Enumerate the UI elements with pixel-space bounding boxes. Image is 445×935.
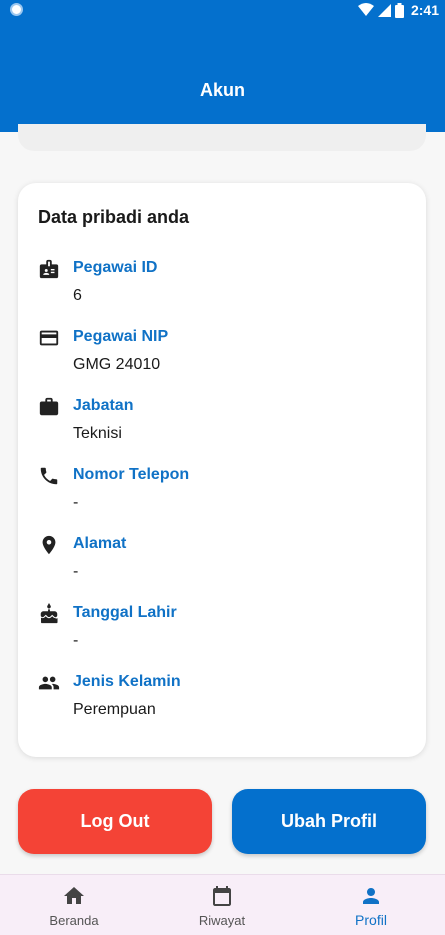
- field-label: Pegawai ID: [73, 259, 158, 276]
- logout-button[interactable]: Log Out: [18, 789, 212, 854]
- profile-card-bottom: [18, 124, 426, 151]
- briefcase-icon: [39, 397, 59, 416]
- credit-card-icon: [39, 330, 59, 346]
- battery-icon: [394, 2, 404, 18]
- location-pin-icon: [42, 535, 56, 555]
- notification-dot-icon: [10, 3, 23, 16]
- status-indicators: 2:41: [357, 0, 439, 20]
- bottom-navigation: Beranda Riwayat Profil: [0, 874, 445, 935]
- field-employee-nip: Pegawai NIP GMG 24010: [38, 324, 408, 384]
- field-birth-date: Tanggal Lahir -: [38, 600, 408, 660]
- field-label: Pegawai NIP: [73, 328, 169, 345]
- status-time: 2:41: [410, 2, 439, 18]
- app-bar: 2:41 Akun: [0, 0, 445, 132]
- wifi-icon: [357, 3, 374, 16]
- field-address: Alamat -: [38, 531, 408, 591]
- people-icon: [38, 676, 60, 690]
- field-label: Nomor Telepon: [73, 466, 190, 483]
- calendar-icon: [213, 886, 231, 906]
- field-label: Jabatan: [73, 397, 134, 414]
- field-label: Alamat: [73, 535, 127, 552]
- page-title: Akun: [200, 80, 245, 100]
- nav-item-profile[interactable]: Profil: [297, 875, 445, 935]
- field-employee-id: Pegawai ID 6: [38, 255, 408, 315]
- field-value: Teknisi: [73, 425, 122, 442]
- field-value: -: [73, 563, 79, 580]
- nav-item-home[interactable]: Beranda: [0, 875, 148, 935]
- field-phone: Nomor Telepon -: [38, 462, 408, 522]
- field-value: GMG 24010: [73, 356, 161, 373]
- field-label: Jenis Kelamin: [73, 673, 181, 690]
- field-position: Jabatan Teknisi: [38, 393, 408, 453]
- card-title: Data pribadi anda: [38, 207, 190, 227]
- nav-item-history[interactable]: Riwayat: [148, 875, 296, 935]
- field-label: Tanggal Lahir: [73, 604, 177, 621]
- field-value: 6: [73, 287, 82, 304]
- cake-icon: [40, 603, 58, 624]
- nav-label: Profil: [355, 912, 387, 928]
- status-bar: 2:41: [0, 0, 445, 24]
- field-value: Perempuan: [73, 701, 156, 718]
- signal-icon: [377, 3, 391, 17]
- phone-icon: [40, 467, 58, 485]
- home-icon: [64, 887, 84, 904]
- field-gender: Jenis Kelamin Perempuan: [38, 669, 408, 729]
- person-icon: [363, 888, 379, 904]
- nav-label: Beranda: [49, 913, 99, 928]
- nav-label: Riwayat: [198, 913, 246, 928]
- badge-icon: [39, 259, 59, 279]
- field-value: -: [73, 632, 79, 649]
- edit-profile-button[interactable]: Ubah Profil: [232, 789, 426, 854]
- personal-data-card: Data pribadi anda Pegawai ID 6 Pegawai N…: [18, 183, 426, 757]
- field-value: -: [73, 494, 79, 511]
